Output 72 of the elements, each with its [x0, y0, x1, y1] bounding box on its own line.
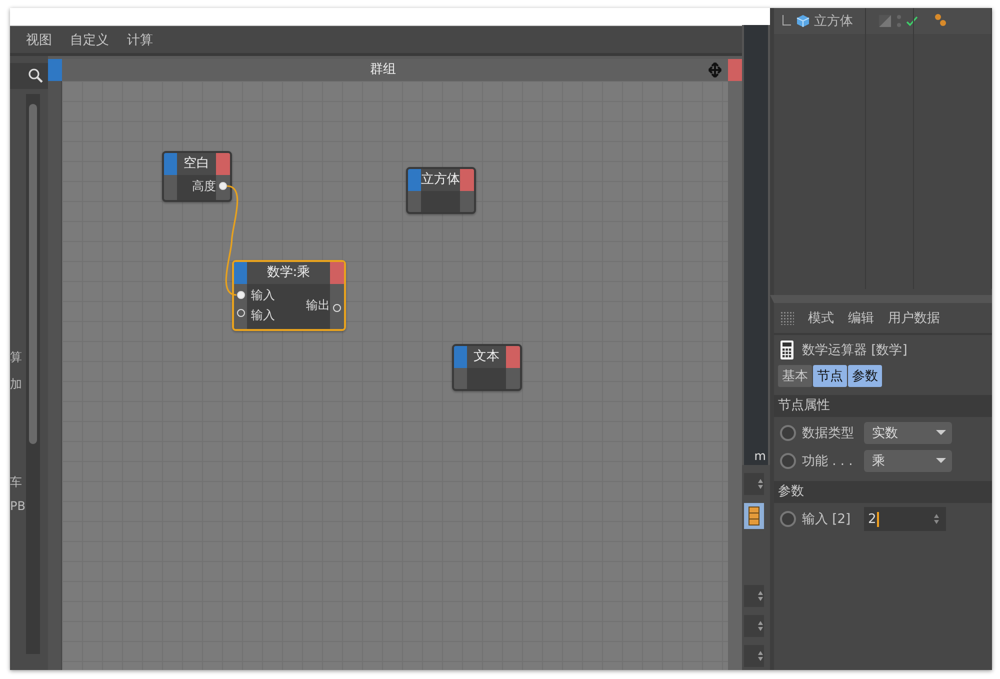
dropdown[interactable]: 乘	[864, 450, 952, 472]
graph-node[interactable]: 文本	[452, 344, 522, 391]
clipped-label: 车	[10, 474, 22, 491]
port-icon[interactable]	[236, 291, 244, 299]
film-strip-button[interactable]	[744, 503, 764, 529]
node-title: 立方体	[421, 171, 460, 189]
check-icon[interactable]	[906, 15, 918, 27]
group-title: 群组	[369, 61, 397, 79]
visibility-dots-icon[interactable]	[896, 14, 902, 28]
field-label: 功能 . . .	[802, 453, 854, 470]
input-port-tab[interactable]	[408, 169, 421, 191]
dropdown[interactable]: 实数	[864, 422, 952, 444]
scrollbar[interactable]	[26, 94, 40, 654]
spinner-field[interactable]	[744, 645, 764, 667]
caret-icon	[936, 430, 946, 436]
port-icon[interactable]	[333, 304, 341, 312]
cube-icon[interactable]	[796, 14, 810, 28]
menu-item[interactable]: 自定义	[70, 28, 109, 50]
menu-item[interactable]: 视图	[26, 28, 52, 50]
spinner-field[interactable]	[744, 473, 764, 495]
spinner-arrows-icon[interactable]	[757, 590, 764, 602]
spinner-field[interactable]	[744, 585, 764, 607]
object-title: 数学运算器 [数学]	[802, 342, 908, 359]
field-label: 数据类型	[802, 425, 855, 442]
spinner-arrows-icon[interactable]	[757, 478, 764, 490]
section-header: 节点属性	[774, 395, 992, 417]
object-name[interactable]: 立方体	[814, 12, 874, 30]
clipped-label: 加	[10, 376, 22, 393]
node-title: 文本	[472, 348, 500, 366]
search-icon[interactable]	[28, 68, 44, 84]
animate-radio[interactable]	[780, 453, 796, 469]
material-balls-icon[interactable]	[934, 14, 948, 28]
unit-label: m	[754, 449, 766, 463]
menu-item[interactable]: 用户数据	[888, 309, 940, 327]
clipped-label: 算	[10, 349, 22, 366]
caret-icon	[936, 458, 946, 464]
tab[interactable]: 基本	[778, 365, 812, 387]
tab[interactable]: 参数	[848, 365, 882, 387]
menu-item[interactable]: 编辑	[848, 309, 874, 327]
port-icon[interactable]	[236, 309, 244, 317]
grip-icon[interactable]	[780, 311, 794, 325]
input-port-tab[interactable]	[234, 262, 247, 284]
tree-branch-icon	[782, 15, 792, 27]
port-label: 输入	[251, 287, 276, 303]
tab[interactable]: 节点	[813, 365, 847, 387]
graph-node[interactable]: 立方体	[406, 167, 476, 214]
input-port-tab[interactable]	[454, 346, 467, 368]
spinner-arrows-icon[interactable]	[933, 513, 940, 525]
field-label: 输入 [2]	[802, 511, 852, 528]
clipped-label: PB	[10, 499, 26, 513]
port-label: 输出	[306, 297, 330, 313]
spinner-field[interactable]	[744, 615, 764, 637]
animate-radio[interactable]	[780, 511, 796, 527]
number-field[interactable]: 2	[864, 507, 946, 531]
input-port-tab[interactable]	[164, 153, 177, 175]
tag-square-icon[interactable]	[878, 14, 892, 28]
menu-item[interactable]: 计算	[127, 28, 153, 50]
input-port-tab[interactable]	[48, 59, 62, 81]
spinner-arrows-icon[interactable]	[757, 650, 764, 662]
animate-radio[interactable]	[780, 425, 796, 441]
graph-node[interactable]: 空白 高度	[162, 151, 232, 202]
port-label: 高度	[192, 178, 216, 194]
calculator-icon	[780, 340, 794, 360]
section-header: 参数	[774, 481, 992, 503]
menu-item[interactable]: 模式	[808, 309, 834, 327]
film-strip-icon	[748, 506, 760, 526]
port-icon[interactable]	[219, 182, 227, 190]
graph-node[interactable]: 数学:乘 输入 输入 输出	[232, 260, 346, 331]
node-title: 空白	[182, 155, 210, 173]
spinner-arrows-icon[interactable]	[757, 620, 764, 632]
node-title: 数学:乘	[266, 264, 312, 282]
port-label: 输入	[251, 307, 276, 323]
